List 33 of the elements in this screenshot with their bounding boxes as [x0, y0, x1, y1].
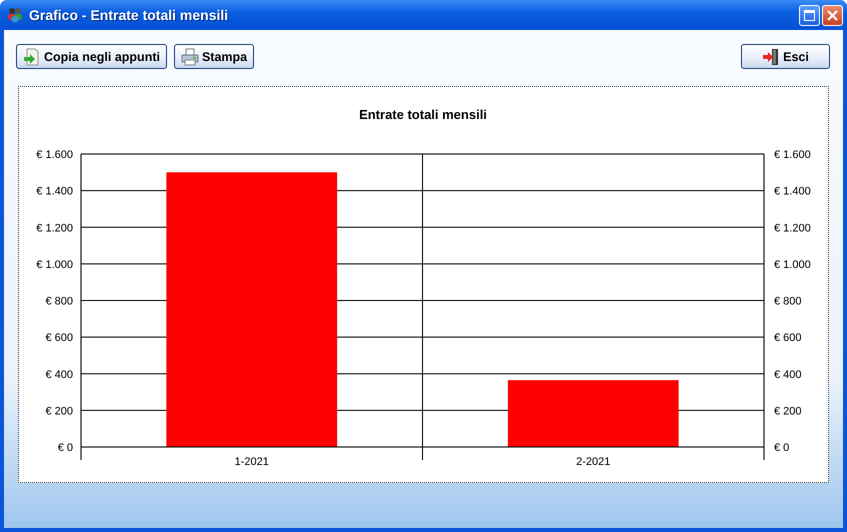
y-tick-label: € 600	[45, 332, 73, 344]
y-tick-label: € 200	[45, 405, 73, 418]
x-tick-label: 2-2021	[576, 456, 610, 468]
y-tick-label: € 800	[774, 296, 802, 308]
document-arrow-icon	[23, 48, 41, 66]
copy-button[interactable]: Copia negli appunti	[16, 44, 167, 69]
y-tick-label: € 1.200	[36, 222, 73, 234]
y-tick-label: € 800	[45, 296, 73, 308]
chart-title: Entrate totali mensili	[359, 107, 487, 122]
window-title: Grafico - Entrate totali mensili	[29, 7, 230, 23]
close-icon	[827, 10, 838, 20]
y-tick-label: € 1.600	[36, 149, 73, 161]
y-tick-label: € 200	[774, 405, 802, 418]
y-tick-label: € 400	[45, 368, 73, 381]
y-tick-label: € 1.600	[774, 149, 811, 161]
y-tick-label: € 1.200	[774, 222, 811, 234]
y-tick-label: € 1.400	[774, 186, 811, 198]
close-button[interactable]	[822, 4, 843, 26]
exit-door-icon	[762, 48, 780, 66]
printer-icon	[180, 48, 199, 66]
y-tick-label: € 1.000	[774, 258, 811, 271]
y-tick-label: € 600	[774, 332, 802, 344]
y-tick-label: € 400	[774, 368, 802, 381]
maximize-icon	[804, 10, 815, 20]
exit-button[interactable]: Esci	[741, 44, 830, 69]
print-button[interactable]: Stampa	[174, 44, 254, 69]
y-tick-label: € 0	[774, 442, 790, 454]
maximize-button[interactable]	[799, 4, 820, 26]
y-tick-label: € 1.000	[36, 258, 73, 271]
y-tick-label: € 0	[58, 442, 73, 454]
y-tick-label: € 1.400	[36, 186, 73, 198]
x-tick-label: 1-2021	[234, 456, 269, 468]
people-icon	[6, 6, 24, 24]
